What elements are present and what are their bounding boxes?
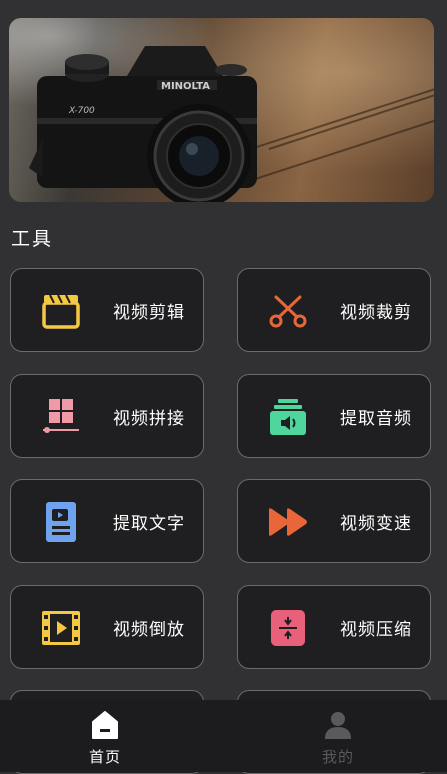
audio-icon xyxy=(270,399,306,435)
tool-label: 视频剪辑 xyxy=(113,303,185,323)
tab-mine[interactable]: 我的 xyxy=(288,700,388,772)
scissors-icon xyxy=(269,295,307,328)
tool-label: 提取文字 xyxy=(113,514,185,534)
svg-text:X-700: X-700 xyxy=(68,106,95,116)
tool-label: 视频拼接 xyxy=(113,409,185,429)
tool-label: 提取音频 xyxy=(340,409,412,429)
clapperboard-icon xyxy=(42,294,80,329)
tool-video-edit[interactable]: 视频剪辑 xyxy=(10,268,204,352)
tool-label: 视频裁剪 xyxy=(340,303,412,323)
tool-label: 视频变速 xyxy=(340,514,412,534)
tool-video-merge[interactable]: 视频拼接 xyxy=(10,374,204,458)
tool-label: 视频倒放 xyxy=(113,620,185,640)
tab-label: 我的 xyxy=(321,748,354,766)
camera-banner-image[interactable]: MINOLTA X-700 xyxy=(9,18,434,202)
tool-video-reverse[interactable]: 视频倒放 xyxy=(10,585,204,669)
mosaic-icon xyxy=(43,399,79,433)
tool-extract-text[interactable]: 提取文字 xyxy=(10,479,204,563)
svg-text:MINOLTA: MINOLTA xyxy=(161,81,210,92)
tool-label: 视频压缩 xyxy=(340,620,412,640)
user-icon xyxy=(325,712,351,739)
fast-forward-icon xyxy=(269,508,307,536)
tool-video-compress[interactable]: 视频压缩 xyxy=(237,585,431,669)
document-icon xyxy=(46,502,76,542)
tool-video-crop[interactable]: 视频裁剪 xyxy=(237,268,431,352)
tab-home[interactable]: 首页 xyxy=(55,700,155,772)
camera-illustration: MINOLTA X-700 xyxy=(29,46,257,202)
compress-icon xyxy=(271,610,305,646)
tool-video-speed[interactable]: 视频变速 xyxy=(237,479,431,563)
tab-label: 首页 xyxy=(88,748,121,766)
home-icon xyxy=(92,711,118,739)
bottom-tab-bar: 首页 我的 xyxy=(0,700,447,772)
tools-section-title: 工具 xyxy=(11,228,54,250)
film-play-icon xyxy=(42,611,80,645)
tool-extract-audio[interactable]: 提取音频 xyxy=(237,374,431,458)
